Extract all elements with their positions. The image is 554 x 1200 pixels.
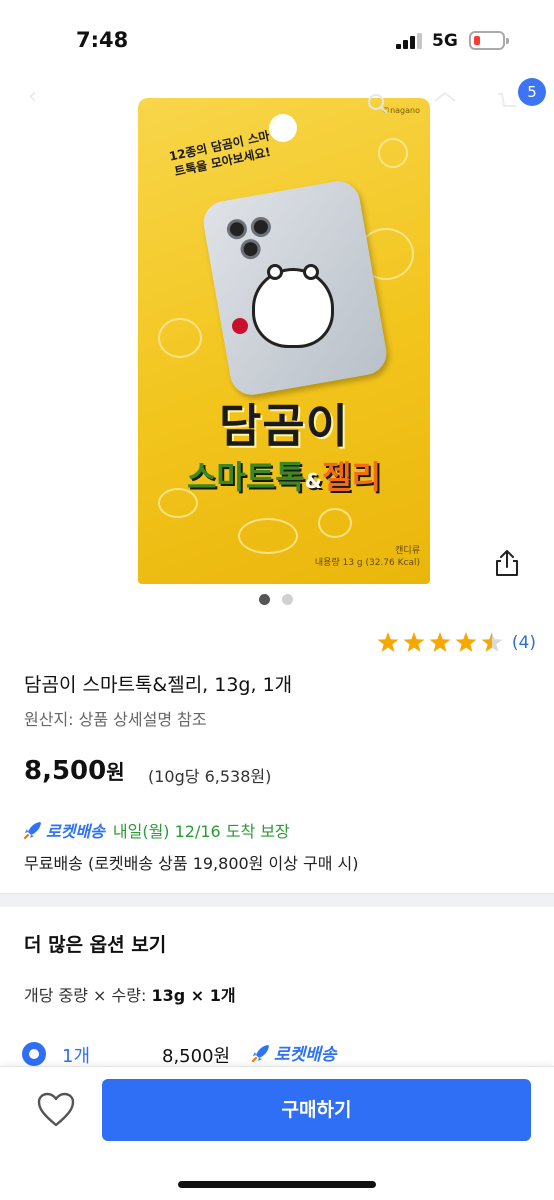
delivery-info: 로켓배송 내일(월) 12/16 도착 보장 (22, 818, 290, 842)
rocket-icon (252, 1044, 269, 1062)
bear-character (252, 264, 334, 348)
search-icon[interactable] (366, 92, 390, 116)
product-rating[interactable]: (4) (376, 630, 536, 656)
rose-icon (232, 318, 248, 334)
product-origin: 원산지: 상품 상세설명 참조 (24, 710, 207, 729)
back-icon[interactable]: ‹ (28, 84, 37, 109)
pouch-title: 담곰이 (219, 399, 349, 453)
rocket-icon (24, 822, 41, 839)
more-options-title[interactable]: 더 많은 옵션 보기 (24, 930, 166, 957)
star-icon (481, 632, 503, 652)
option-rocket: 로켓배송 (250, 1040, 337, 1065)
signal-icon (396, 33, 422, 49)
buy-button[interactable]: 구매하기 (102, 1079, 531, 1141)
free-shipping-text: 무료배송 (로켓배송 상품 19,800원 이상 구매 시) (24, 854, 359, 873)
cart-badge[interactable]: 5 (518, 78, 546, 106)
delivery-date: 내일(월) 12/16 도착 보장 (112, 822, 290, 841)
unit-price: (10g당 6,538원) (148, 767, 272, 786)
share-icon[interactable] (492, 548, 522, 578)
heart-icon[interactable] (36, 1091, 76, 1129)
option-price: 8,500원 (162, 1046, 231, 1067)
option-quantity: 1개 (62, 1046, 91, 1067)
pouch-info: 캔디류 내용량 13 g (32.76 Kcal) (314, 545, 420, 569)
product-price: 8,500원 (24, 756, 125, 786)
home-indicator (178, 1181, 376, 1188)
pouch-note: 12종의 담곰이 스마트톡을 모아보세요! (167, 128, 273, 180)
star-icon (377, 632, 399, 652)
gallery-pagination (259, 594, 299, 606)
options-spec: 개당 중량 × 수량: 13g × 1개 (24, 986, 236, 1005)
section-divider (0, 893, 554, 907)
status-bar: 7:48 5G (0, 0, 554, 80)
pagination-dot[interactable] (282, 594, 293, 605)
battery-icon (469, 31, 509, 50)
rating-stars (377, 632, 503, 652)
network-label: 5G (432, 31, 458, 51)
option-radio[interactable] (22, 1042, 46, 1066)
home-icon[interactable] (432, 90, 458, 114)
status-time: 7:48 (76, 28, 129, 52)
product-image: ©nagano 12종의 담곰이 스마트톡을 모아보세요! 담곰이 스마트톡&젤… (138, 98, 430, 584)
review-count[interactable]: (4) (512, 633, 536, 653)
header-icons: ‹ (0, 80, 554, 120)
rocket-delivery-label: 로켓배송 (46, 822, 105, 841)
star-icon (429, 632, 451, 652)
star-icon (403, 632, 425, 652)
cart-icon[interactable] (496, 90, 520, 114)
bottom-action-bar: 구매하기 (0, 1066, 554, 1200)
star-icon (455, 632, 477, 652)
pagination-dot[interactable] (259, 594, 270, 605)
product-title: 담곰이 스마트톡&젤리, 13g, 1개 (24, 674, 293, 696)
pouch-subtitle: 스마트톡&젤리 (186, 458, 382, 496)
